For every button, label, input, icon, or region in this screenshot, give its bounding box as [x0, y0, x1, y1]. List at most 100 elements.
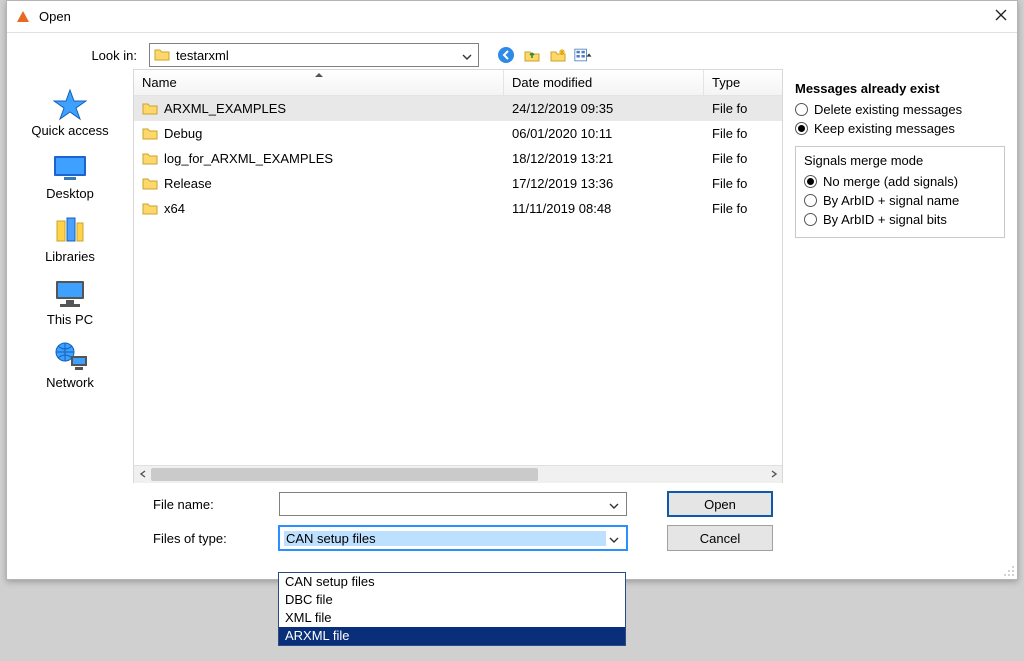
radio-delete-existing[interactable]: Delete existing messages — [795, 100, 1005, 119]
file-type: File fo — [704, 151, 782, 166]
libraries-icon — [15, 213, 125, 247]
chevron-down-icon — [460, 48, 474, 63]
filename-label: File name: — [7, 497, 279, 512]
radio-icon — [795, 103, 808, 116]
table-row[interactable]: log_for_ARXML_EXAMPLES 18/12/2019 13:21Fi… — [134, 146, 782, 171]
place-label: Libraries — [15, 249, 125, 264]
place-libraries[interactable]: Libraries — [15, 207, 125, 270]
radio-label: By ArbID + signal name — [823, 193, 959, 208]
signals-merge-group: Signals merge mode No merge (add signals… — [795, 146, 1005, 238]
place-label: Quick access — [15, 123, 125, 138]
resize-grip-icon[interactable] — [1001, 563, 1015, 577]
filetype-option[interactable]: DBC file — [279, 591, 625, 609]
radio-icon — [795, 122, 808, 135]
options-panel: Messages already exist Delete existing m… — [783, 75, 1017, 483]
filetype-option[interactable]: XML file — [279, 609, 625, 627]
file-name: log_for_ARXML_EXAMPLES — [164, 151, 333, 166]
messages-exist-title: Messages already exist — [795, 81, 1005, 96]
filetype-combo[interactable]: CAN setup files — [279, 526, 627, 550]
back-icon[interactable] — [495, 44, 517, 66]
table-row[interactable]: x64 11/11/2019 08:48File fo — [134, 196, 782, 221]
filetype-option[interactable]: CAN setup files — [279, 573, 625, 591]
open-dialog: Open Look in: testarxml — [6, 0, 1018, 580]
file-rows: ARXML_EXAMPLES24/12/2019 09:35File foDeb… — [134, 96, 782, 221]
folder-icon — [142, 101, 158, 117]
filetype-value: CAN setup files — [284, 531, 606, 546]
file-date: 06/01/2020 10:11 — [504, 126, 704, 141]
lookin-value: testarxml — [176, 48, 460, 63]
file-name: x64 — [164, 201, 185, 216]
filetype-option[interactable]: ARXML file — [279, 627, 625, 645]
radio-no-merge[interactable]: No merge (add signals) — [804, 172, 996, 191]
radio-arbid-bits[interactable]: By ArbID + signal bits — [804, 210, 996, 229]
file-name: ARXML_EXAMPLES — [164, 101, 286, 116]
toolbar-icons — [495, 44, 595, 66]
lookin-label: Look in: — [7, 48, 149, 63]
file-type: File fo — [704, 101, 782, 116]
folder-icon — [142, 176, 158, 192]
list-header: Name Date modified Type — [134, 70, 782, 96]
table-row[interactable]: ARXML_EXAMPLES 24/12/2019 09:35File fo — [134, 96, 782, 121]
column-type[interactable]: Type — [704, 70, 782, 95]
folder-icon — [142, 151, 158, 167]
chevron-down-icon — [606, 531, 622, 546]
file-type: File fo — [704, 176, 782, 191]
scroll-thumb[interactable] — [151, 468, 538, 481]
filetype-label: Files of type: — [7, 531, 279, 546]
place-network[interactable]: Network — [15, 333, 125, 396]
column-name[interactable]: Name — [134, 70, 504, 95]
folder-icon — [154, 47, 170, 63]
place-label: Desktop — [15, 186, 125, 201]
folder-icon — [142, 126, 158, 142]
place-quick-access[interactable]: Quick access — [15, 81, 125, 144]
body-area: Quick access Desktop Libraries This PC — [7, 75, 1017, 483]
place-this-pc[interactable]: This PC — [15, 270, 125, 333]
filename-input[interactable] — [279, 492, 627, 516]
desktop-icon — [15, 150, 125, 184]
column-date[interactable]: Date modified — [504, 70, 704, 95]
scroll-track[interactable] — [151, 466, 765, 483]
place-desktop[interactable]: Desktop — [15, 144, 125, 207]
up-one-level-icon[interactable] — [521, 44, 543, 66]
file-date: 18/12/2019 13:21 — [504, 151, 704, 166]
folder-icon — [142, 201, 158, 217]
place-label: Network — [15, 375, 125, 390]
quick-access-icon — [15, 87, 125, 121]
file-date: 24/12/2019 09:35 — [504, 101, 704, 116]
radio-label: No merge (add signals) — [823, 174, 958, 189]
horizontal-scrollbar[interactable] — [134, 465, 782, 482]
file-date: 17/12/2019 13:36 — [504, 176, 704, 191]
window-title: Open — [39, 9, 993, 24]
places-bar: Quick access Desktop Libraries This PC — [7, 75, 133, 483]
bottom-panel: File name: Open Files of type: CAN setup… — [7, 483, 1017, 563]
open-button[interactable]: Open — [667, 491, 773, 517]
place-label: This PC — [15, 312, 125, 327]
file-type: File fo — [704, 126, 782, 141]
radio-arbid-name[interactable]: By ArbID + signal name — [804, 191, 996, 210]
file-name: Debug — [164, 126, 202, 141]
radio-icon — [804, 213, 817, 226]
radio-label: Delete existing messages — [814, 102, 962, 117]
this-pc-icon — [15, 276, 125, 310]
network-icon — [15, 339, 125, 373]
chevron-down-icon — [606, 497, 622, 512]
radio-keep-existing[interactable]: Keep existing messages — [795, 119, 1005, 138]
file-date: 11/11/2019 08:48 — [504, 201, 704, 216]
view-menu-icon[interactable] — [573, 44, 595, 66]
scroll-right-icon[interactable] — [765, 466, 782, 483]
file-type: File fo — [704, 201, 782, 216]
new-folder-icon[interactable] — [547, 44, 569, 66]
radio-icon — [804, 194, 817, 207]
lookin-combo[interactable]: testarxml — [149, 43, 479, 67]
scroll-left-icon[interactable] — [134, 466, 151, 483]
titlebar: Open — [7, 1, 1017, 33]
close-icon[interactable] — [993, 9, 1009, 25]
cancel-button[interactable]: Cancel — [667, 525, 773, 551]
file-list: Name Date modified Type ARXML_EXAMPLES 24… — [133, 69, 783, 483]
app-icon — [15, 9, 31, 25]
table-row[interactable]: Release17/12/2019 13:36File fo — [134, 171, 782, 196]
signals-merge-title: Signals merge mode — [804, 153, 996, 168]
table-row[interactable]: Debug 06/01/2020 10:11File fo — [134, 121, 782, 146]
radio-label: Keep existing messages — [814, 121, 955, 136]
filetype-dropdown[interactable]: CAN setup filesDBC fileXML fileARXML fil… — [278, 572, 626, 646]
